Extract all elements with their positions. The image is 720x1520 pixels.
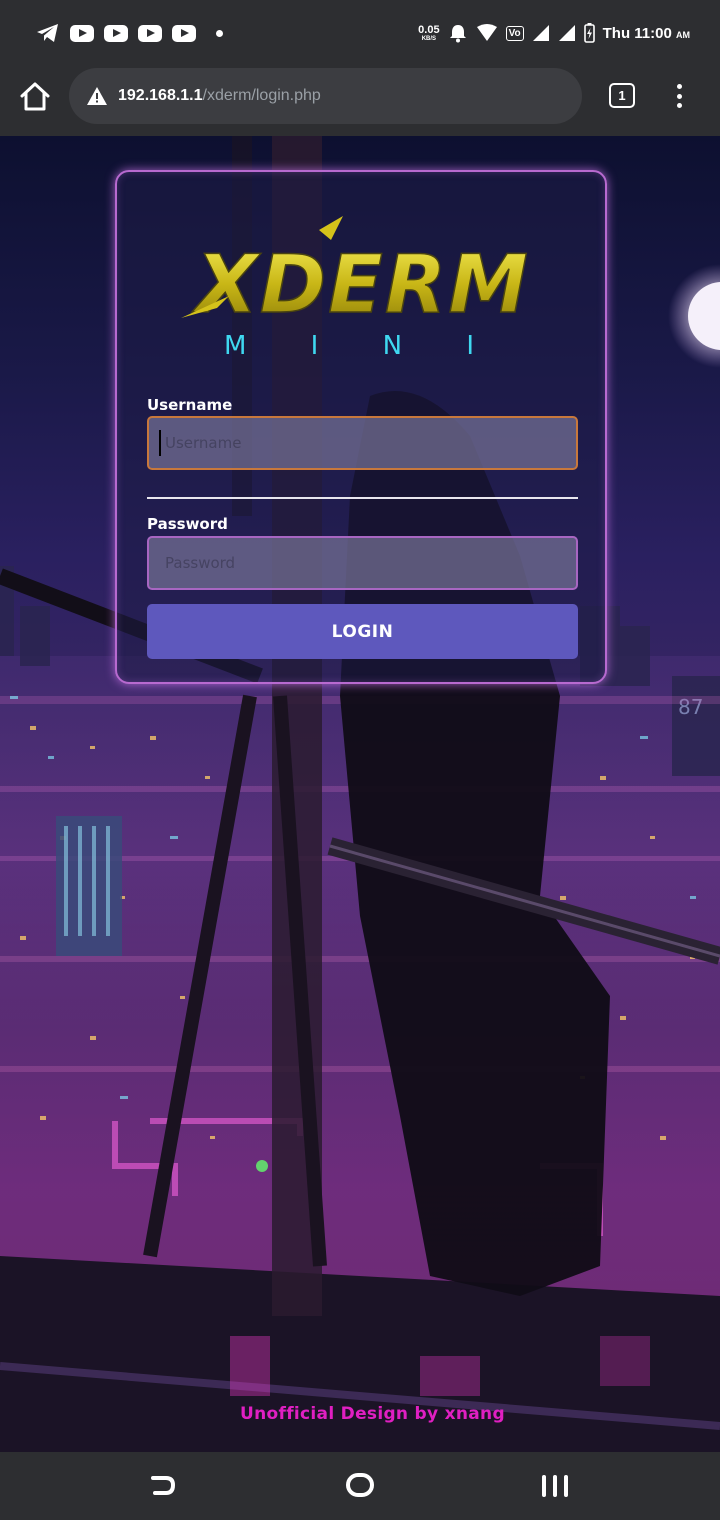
clock-ampm: AM: [676, 29, 690, 40]
form-divider: [147, 497, 578, 499]
username-input[interactable]: [147, 416, 578, 470]
back-icon[interactable]: [150, 1474, 176, 1498]
home-circle-icon[interactable]: [346, 1473, 374, 1497]
url-path: /xderm/login.php: [202, 87, 321, 104]
login-card: XDERM M I N I Username Password LOGIN: [115, 170, 607, 684]
status-bar: 0.05 KB/S Vo Thu 11:00 AM: [0, 0, 720, 66]
recent-apps-icon[interactable]: [542, 1475, 568, 1497]
logo-title: XDERM: [191, 238, 530, 331]
address-bar[interactable]: 192.168.1.1/xderm/login.php: [69, 68, 582, 124]
browser-toolbar: 192.168.1.1/xderm/login.php 1: [0, 66, 720, 136]
tab-count: 1: [618, 88, 626, 103]
overflow-menu-icon[interactable]: [669, 81, 689, 111]
home-icon[interactable]: [16, 78, 54, 116]
youtube-icon: [138, 24, 162, 42]
login-button[interactable]: LOGIN: [147, 604, 578, 659]
signal-icon: [532, 25, 549, 41]
notification-icons: [36, 20, 223, 46]
net-speed-unit: KB/S: [421, 35, 437, 42]
warning-icon[interactable]: [86, 86, 108, 106]
logo-subtitle: M I N I: [224, 331, 502, 361]
youtube-icon: [172, 24, 196, 42]
navigation-bar: [0, 1452, 720, 1520]
password-input[interactable]: [147, 536, 578, 590]
alarm-icon: [449, 25, 466, 43]
tab-switcher-icon[interactable]: 1: [609, 83, 635, 108]
clock-time: Thu 11:00: [602, 24, 672, 42]
youtube-icon: [70, 24, 94, 42]
clock: Thu 11:00 AM: [603, 25, 690, 42]
volte-badge: Vo: [505, 25, 524, 41]
text-cursor: [159, 430, 161, 456]
battery-icon: [583, 23, 595, 43]
signal-icon: [558, 25, 575, 41]
url-text[interactable]: 192.168.1.1/xderm/login.php: [118, 87, 321, 105]
footer-credit: Unofficial Design by xnang: [240, 1404, 505, 1424]
youtube-icon: [104, 24, 128, 42]
wifi-icon: [476, 24, 497, 41]
username-label: Username: [147, 396, 233, 414]
net-speed-value: 0.05: [418, 23, 440, 36]
system-indicators: 0.05 KB/S Vo Thu 11:00 AM: [418, 18, 690, 48]
net-speed: 0.05 KB/S: [418, 23, 440, 42]
url-host: 192.168.1.1: [118, 87, 203, 104]
xderm-mini-logo: XDERM M I N I: [181, 216, 530, 361]
notification-dot-icon: [216, 29, 223, 37]
login-page: 87 XDERM M I N I Username Username Passw…: [0, 136, 720, 1452]
password-label: Password: [147, 515, 228, 533]
telegram-icon: [37, 24, 58, 42]
